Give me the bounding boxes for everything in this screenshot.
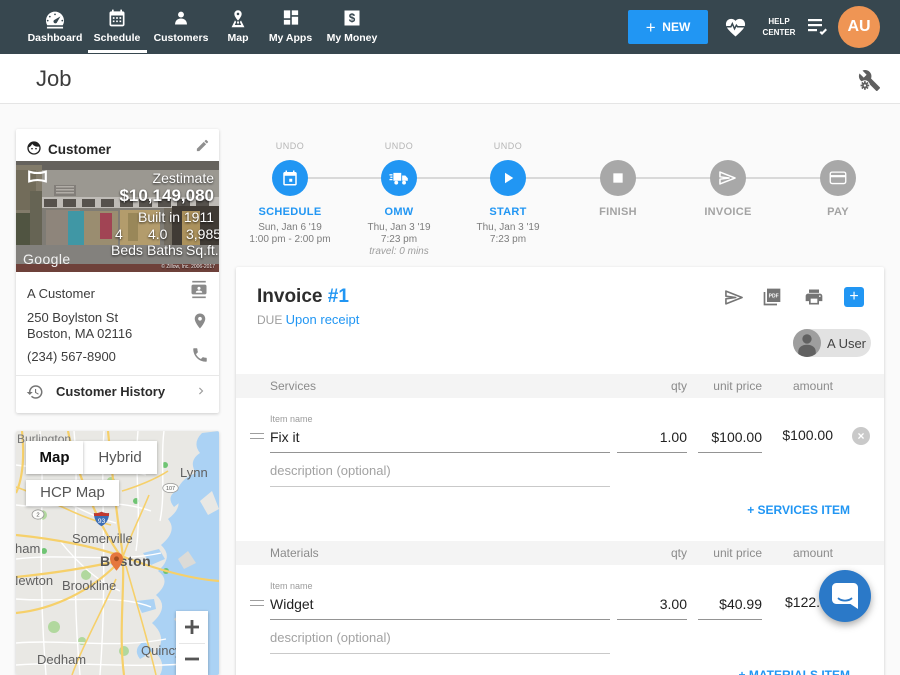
svg-text:93: 93 xyxy=(98,518,106,525)
svg-text:2: 2 xyxy=(36,513,39,519)
svg-text:107: 107 xyxy=(166,486,175,492)
svg-text:$: $ xyxy=(349,12,356,25)
svg-text:PDF: PDF xyxy=(769,293,779,299)
